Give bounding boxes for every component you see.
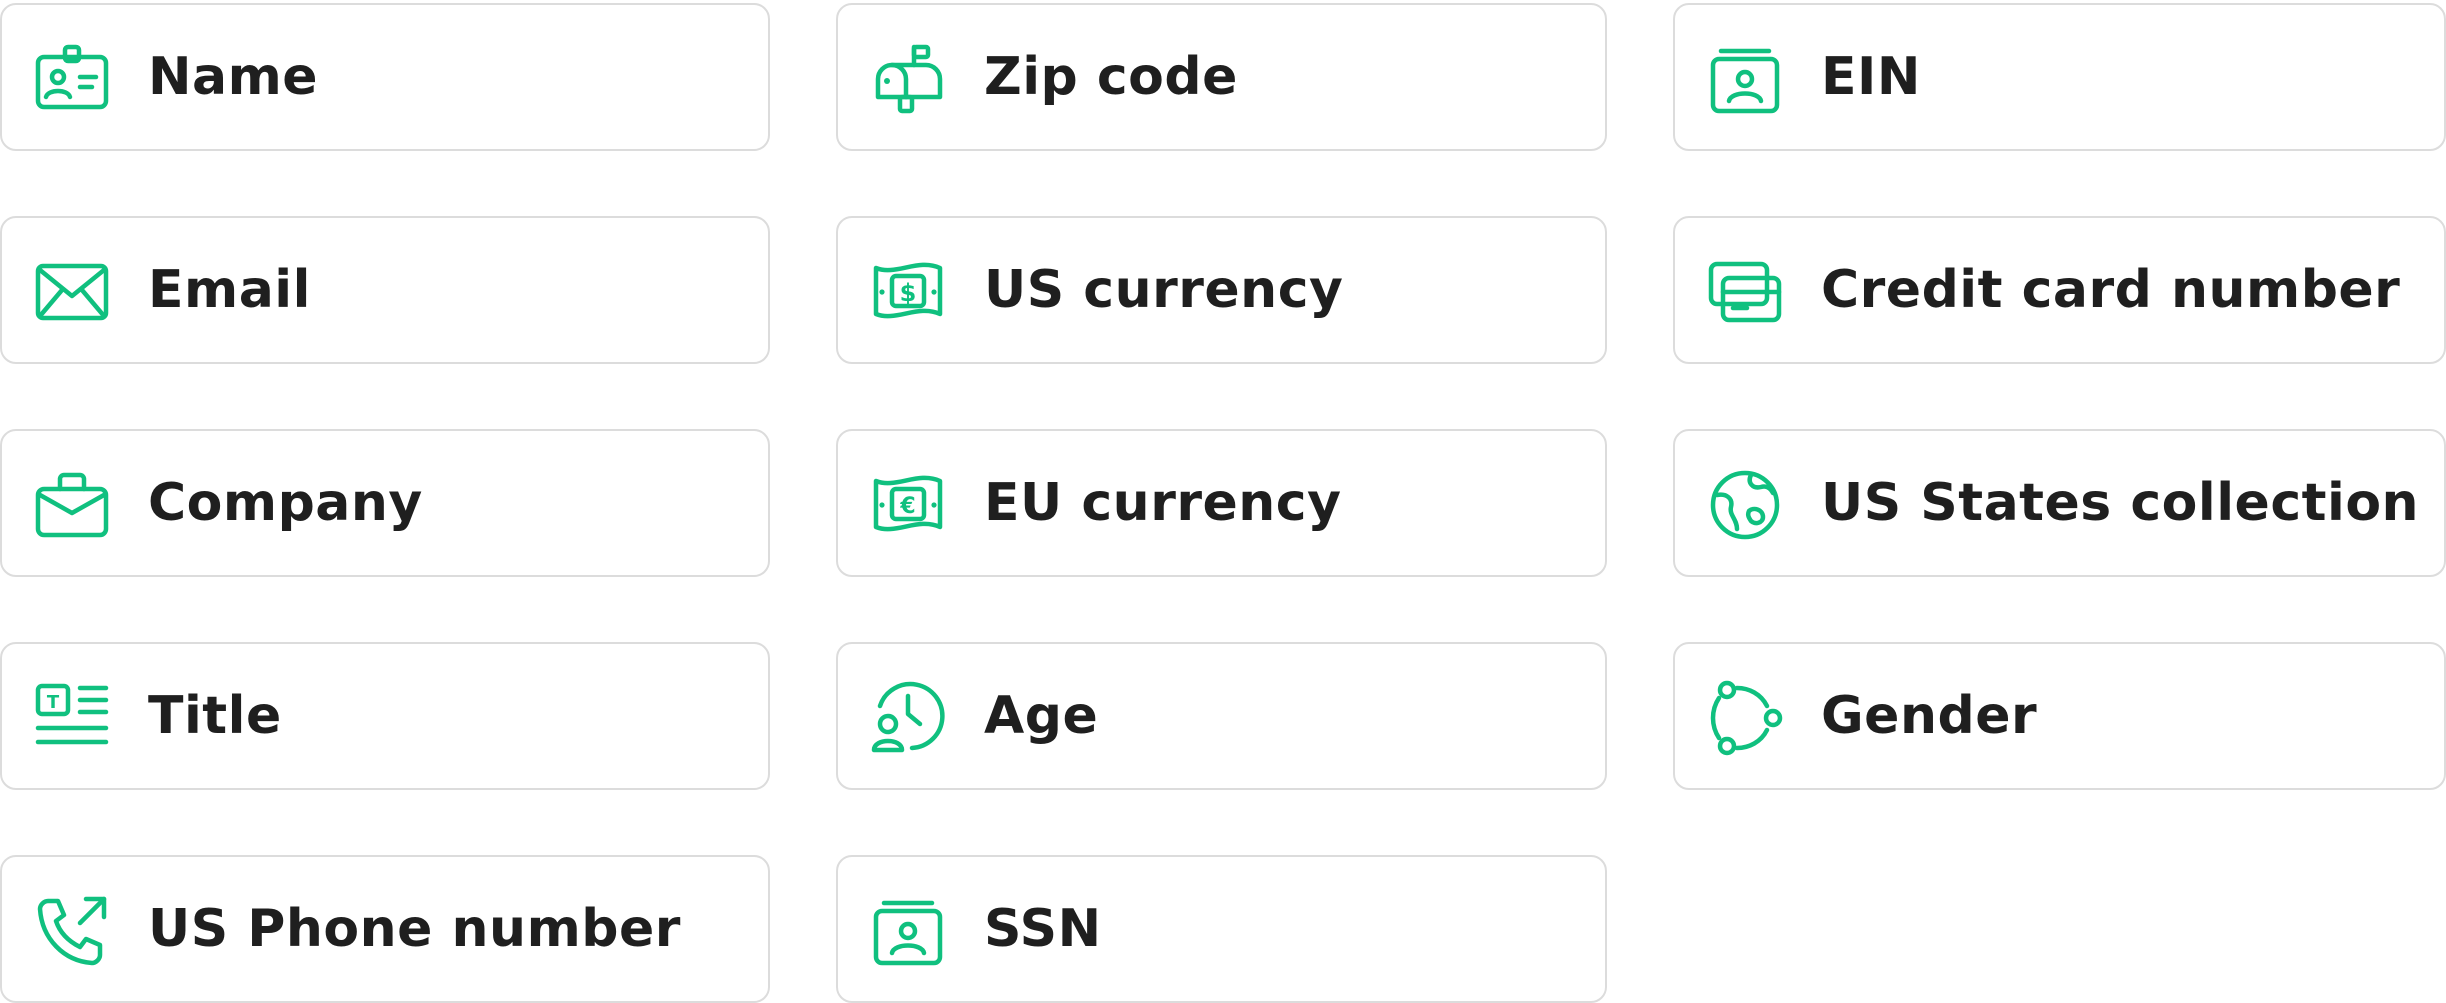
field-card-title[interactable]: T Title	[0, 642, 770, 790]
field-label: Name	[148, 47, 319, 107]
field-card-zip[interactable]: Zip code	[836, 3, 1607, 151]
envelope-icon	[34, 254, 110, 330]
text-title-icon: T	[34, 680, 110, 756]
field-label: Gender	[1821, 686, 2038, 746]
field-label: US States collection	[1821, 473, 2420, 533]
id-badge-icon	[34, 41, 110, 117]
field-label: Company	[148, 473, 423, 533]
id-card-stack-icon	[870, 893, 946, 969]
dollar-bill-icon: $	[870, 254, 946, 330]
mailbox-icon	[870, 41, 946, 117]
field-card-company[interactable]: Company	[0, 429, 770, 577]
field-card-name[interactable]: Name	[0, 3, 770, 151]
field-card-us-states[interactable]: US States collection	[1673, 429, 2446, 577]
field-card-usd[interactable]: $ US currency	[836, 216, 1607, 364]
globe-icon	[1707, 467, 1783, 543]
field-label: SSN	[984, 899, 1102, 959]
field-card-ssn[interactable]: SSN	[836, 855, 1607, 1003]
field-label: Title	[148, 686, 282, 746]
phone-outgoing-icon	[34, 893, 110, 969]
id-card-stack-icon	[1707, 41, 1783, 117]
gender-cycle-icon	[1707, 680, 1783, 756]
field-label: US currency	[984, 260, 1344, 320]
field-label: Credit card number	[1821, 260, 2401, 320]
field-card-age[interactable]: Age	[836, 642, 1607, 790]
briefcase-icon	[34, 467, 110, 543]
field-label: EIN	[1821, 47, 1921, 107]
svg-text:$: $	[900, 279, 917, 307]
field-card-email[interactable]: Email	[0, 216, 770, 364]
field-label: US Phone number	[148, 899, 681, 959]
field-card-gender[interactable]: Gender	[1673, 642, 2446, 790]
field-card-ein[interactable]: EIN	[1673, 3, 2446, 151]
field-card-phone[interactable]: US Phone number	[0, 855, 770, 1003]
credit-cards-icon	[1707, 254, 1783, 330]
field-label: Age	[984, 686, 1099, 746]
svg-text:T: T	[47, 692, 60, 713]
field-label: Email	[148, 260, 311, 320]
euro-bill-icon: €	[870, 467, 946, 543]
svg-text:€: €	[899, 494, 915, 519]
field-label: Zip code	[984, 47, 1238, 107]
field-label: EU currency	[984, 473, 1342, 533]
field-type-grid: Name Zip code EIN Email $ US currency Cr…	[0, 0, 2446, 1003]
field-card-credit-card[interactable]: Credit card number	[1673, 216, 2446, 364]
user-clock-icon	[870, 680, 946, 756]
field-card-eur[interactable]: € EU currency	[836, 429, 1607, 577]
